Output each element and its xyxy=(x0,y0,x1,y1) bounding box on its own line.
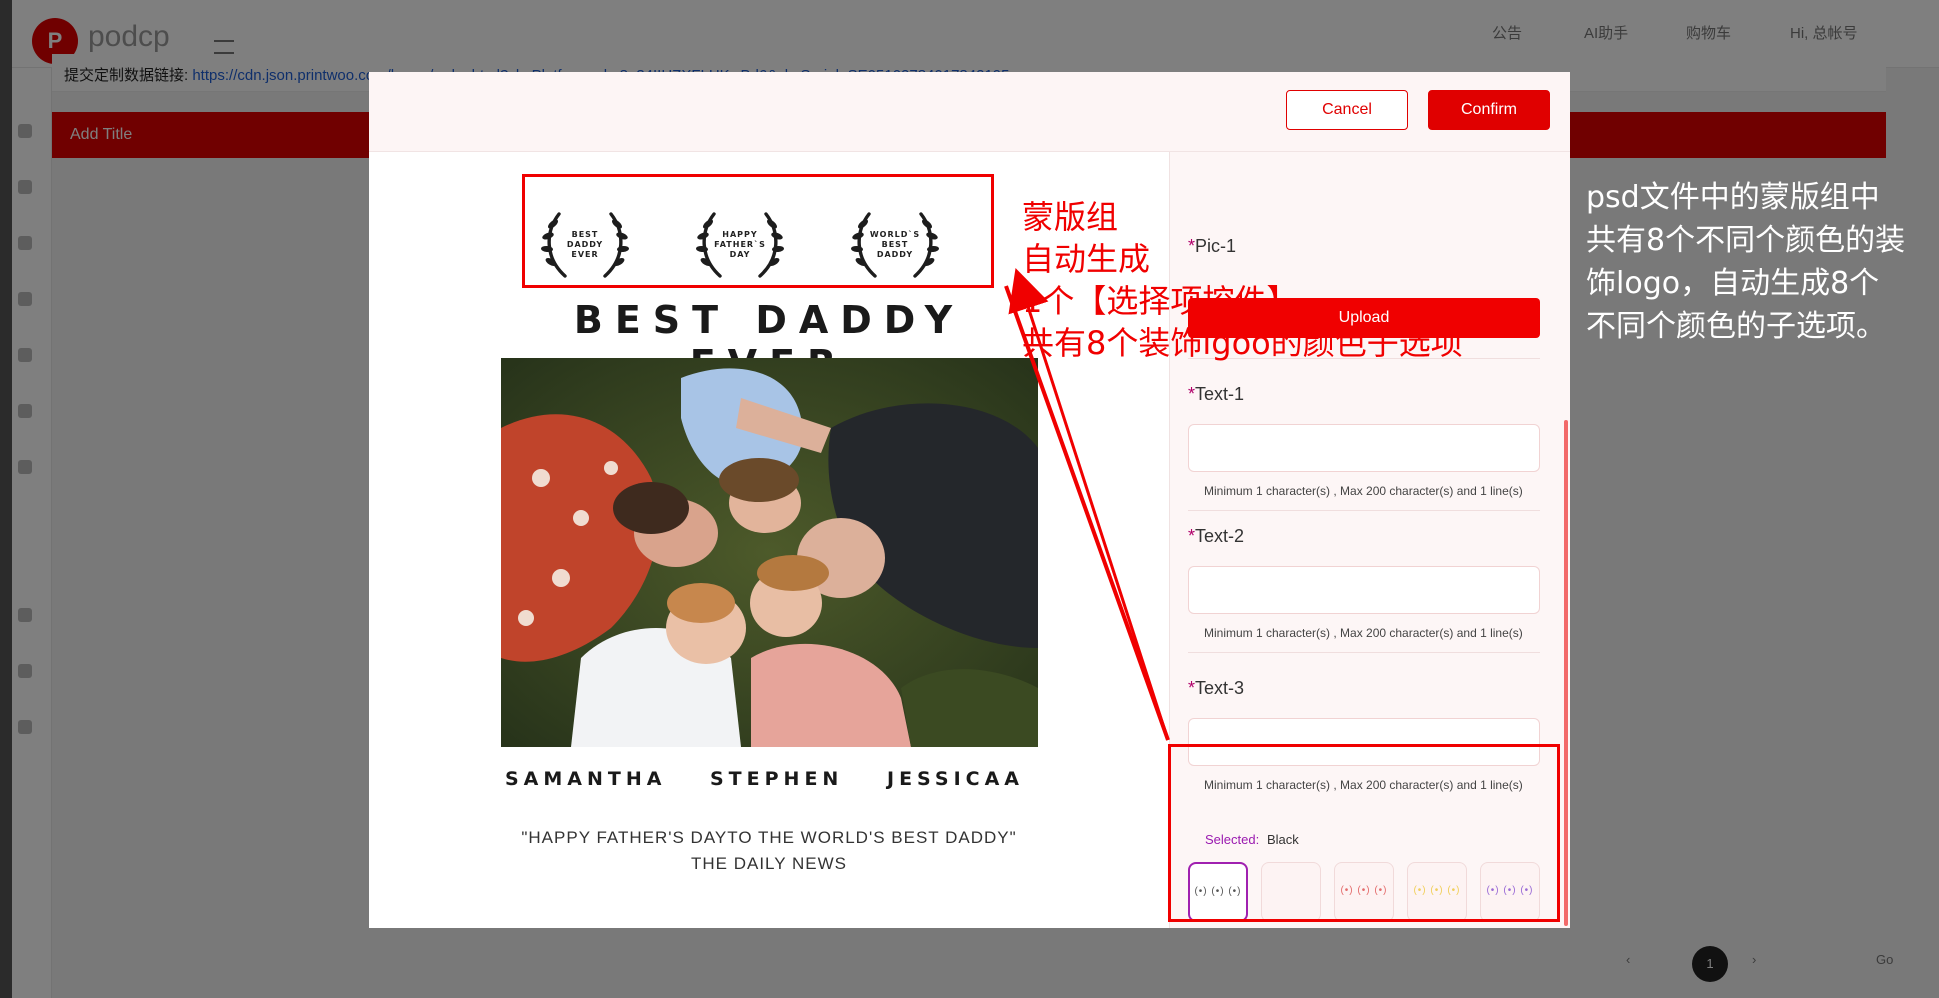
divider xyxy=(1188,510,1540,511)
divider xyxy=(1188,652,1540,653)
window-frame xyxy=(0,0,12,998)
form-scrollbar[interactable] xyxy=(1564,420,1568,926)
annotation-line: 共有8个装饰lgoo的颜色子选项 xyxy=(1022,324,1463,362)
text-1-label: *Text-1 xyxy=(1188,384,1245,404)
names-row: SAMANTHA STEPHEN JESSICAA xyxy=(505,768,1025,794)
text-1-hint: Minimum 1 character(s) , Max 200 charact… xyxy=(1204,484,1523,498)
quote-source: THE DAILY NEWS xyxy=(690,854,847,873)
cancel-button[interactable]: Cancel xyxy=(1286,90,1408,130)
text-1-input[interactable] xyxy=(1188,424,1540,472)
name-text: SAMANTHA xyxy=(505,768,667,790)
annotation-box-laurels xyxy=(522,174,994,288)
text-2-hint: Minimum 1 character(s) , Max 200 charact… xyxy=(1204,626,1523,640)
family-photo xyxy=(501,358,1038,747)
modal-header: Cancel Confirm xyxy=(369,72,1570,152)
text-3-label: *Text-3 xyxy=(1188,678,1245,698)
name-text: STEPHEN xyxy=(710,768,844,790)
confirm-button[interactable]: Confirm xyxy=(1428,90,1550,130)
name-text: JESSICAA xyxy=(887,768,1024,790)
text-2-input[interactable] xyxy=(1188,566,1540,614)
text-2-label: *Text-2 xyxy=(1188,526,1245,546)
annotation-line: 1个【选择项控件】 xyxy=(1022,282,1299,320)
pic-1-label: *Pic-1 xyxy=(1188,236,1237,256)
annotation-line: 蒙版组 xyxy=(1022,198,1119,236)
annotation-line: 自动生成 xyxy=(1022,240,1151,278)
annotation-box-color-options xyxy=(1168,744,1560,922)
annotation-note: psd文件中的蒙版组中共有8个不同个颜色的装饰logo，自动生成8个不同个颜色的… xyxy=(1586,180,1906,344)
quote-text: "HAPPY FATHER'S DAYTO THE WORLD'S BEST D… xyxy=(521,828,1017,847)
family-photo-image xyxy=(501,358,1038,747)
screenshot-stage: P podcp 公告 AI助手 购物车 Hi, 总帐号 提交定制数据链接: ht… xyxy=(0,0,1939,998)
